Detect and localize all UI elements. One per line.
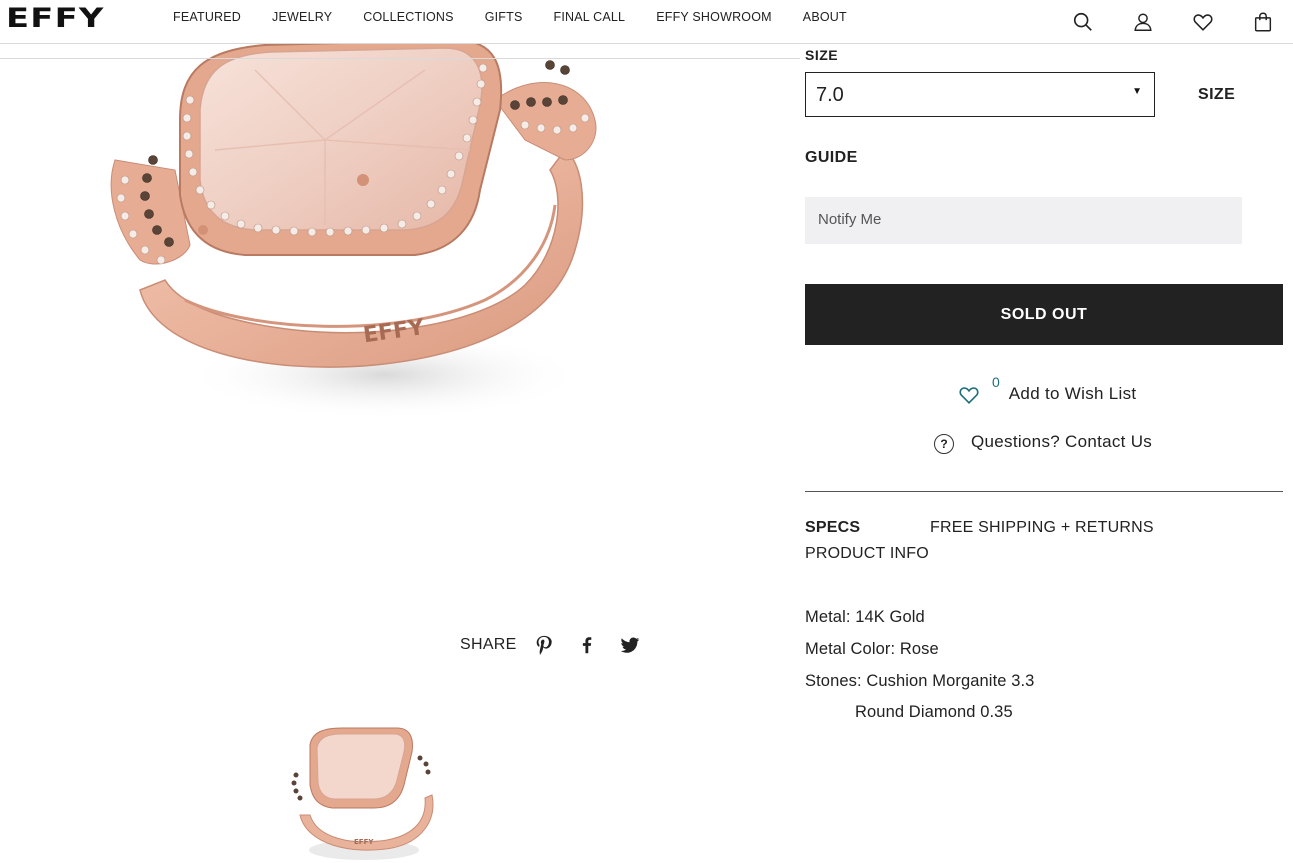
tab-product-info[interactable]: PRODUCT INFO [805,545,929,563]
wishlist-count: 0 [992,374,1000,390]
tab-specs[interactable]: SPECS [805,519,860,537]
nav-about[interactable]: ABOUT [803,10,847,24]
facebook-icon[interactable] [576,633,598,657]
size-field-label: SIZE [805,50,839,60]
add-to-wishlist-button[interactable]: 0 Add to Wish List [958,374,1136,404]
search-icon[interactable] [1071,10,1095,34]
nav-collections[interactable]: COLLECTIONS [363,10,453,24]
section-divider [805,491,1283,492]
product-thumbnail[interactable]: EFFY [282,720,440,863]
nav-effy-showroom[interactable]: EFFY SHOWROOM [656,10,772,24]
gallery-top-rule [0,58,800,59]
twitter-icon[interactable] [619,633,641,657]
contact-us-link[interactable]: ? Questions? Contact Us [934,429,1152,454]
share-bar: SHARE [460,633,662,657]
notify-me-button[interactable]: Notify Me [805,197,1242,244]
size-guide-link-continued[interactable]: GUIDE [805,149,858,167]
nav-gifts[interactable]: GIFTS [485,10,523,24]
sold-out-button[interactable]: SOLD OUT [805,284,1283,345]
contact-us-label: Questions? Contact Us [971,431,1153,451]
svg-text:EFFY: EFFY [354,838,374,846]
wishlist-label: Add to Wish List [1008,384,1137,403]
spec-metal: Metal: 14K Gold [805,608,925,626]
tab-free-shipping-returns[interactable]: FREE SHIPPING + RETURNS [930,519,1154,537]
heart-icon [959,387,979,404]
effy-logo[interactable]: EFFY [6,5,146,32]
share-label: SHARE [460,636,517,653]
caret-down-icon: ▼ [1132,86,1142,97]
size-select[interactable]: 7.0 ▼ [805,72,1155,117]
spec-stones-secondary: Round Diamond 0.35 [855,703,1013,721]
nav-featured[interactable]: FEATURED [173,10,241,24]
size-guide-link[interactable]: SIZE [1198,86,1235,104]
question-icon: ? [934,434,954,454]
pinterest-icon[interactable] [533,633,555,657]
site-header: EFFY FEATURED JEWELRY COLLECTIONS GIFTS … [0,0,1293,44]
wishlist-heart-icon[interactable] [1191,10,1215,34]
spec-metal-color: Metal Color: Rose [805,640,939,658]
nav-jewelry[interactable]: JEWELRY [272,10,332,24]
shopping-bag-icon[interactable] [1251,10,1275,34]
nav-final-call[interactable]: FINAL CALL [554,10,626,24]
main-nav: FEATURED JEWELRY COLLECTIONS GIFTS FINAL… [173,10,878,24]
spec-stones: Stones: Cushion Morganite 3.3 [805,672,1035,690]
account-icon[interactable] [1131,10,1155,34]
size-select-value: 7.0 [816,84,844,106]
product-main-image[interactable]: EFFY [95,30,635,440]
header-icon-group [1035,10,1275,34]
